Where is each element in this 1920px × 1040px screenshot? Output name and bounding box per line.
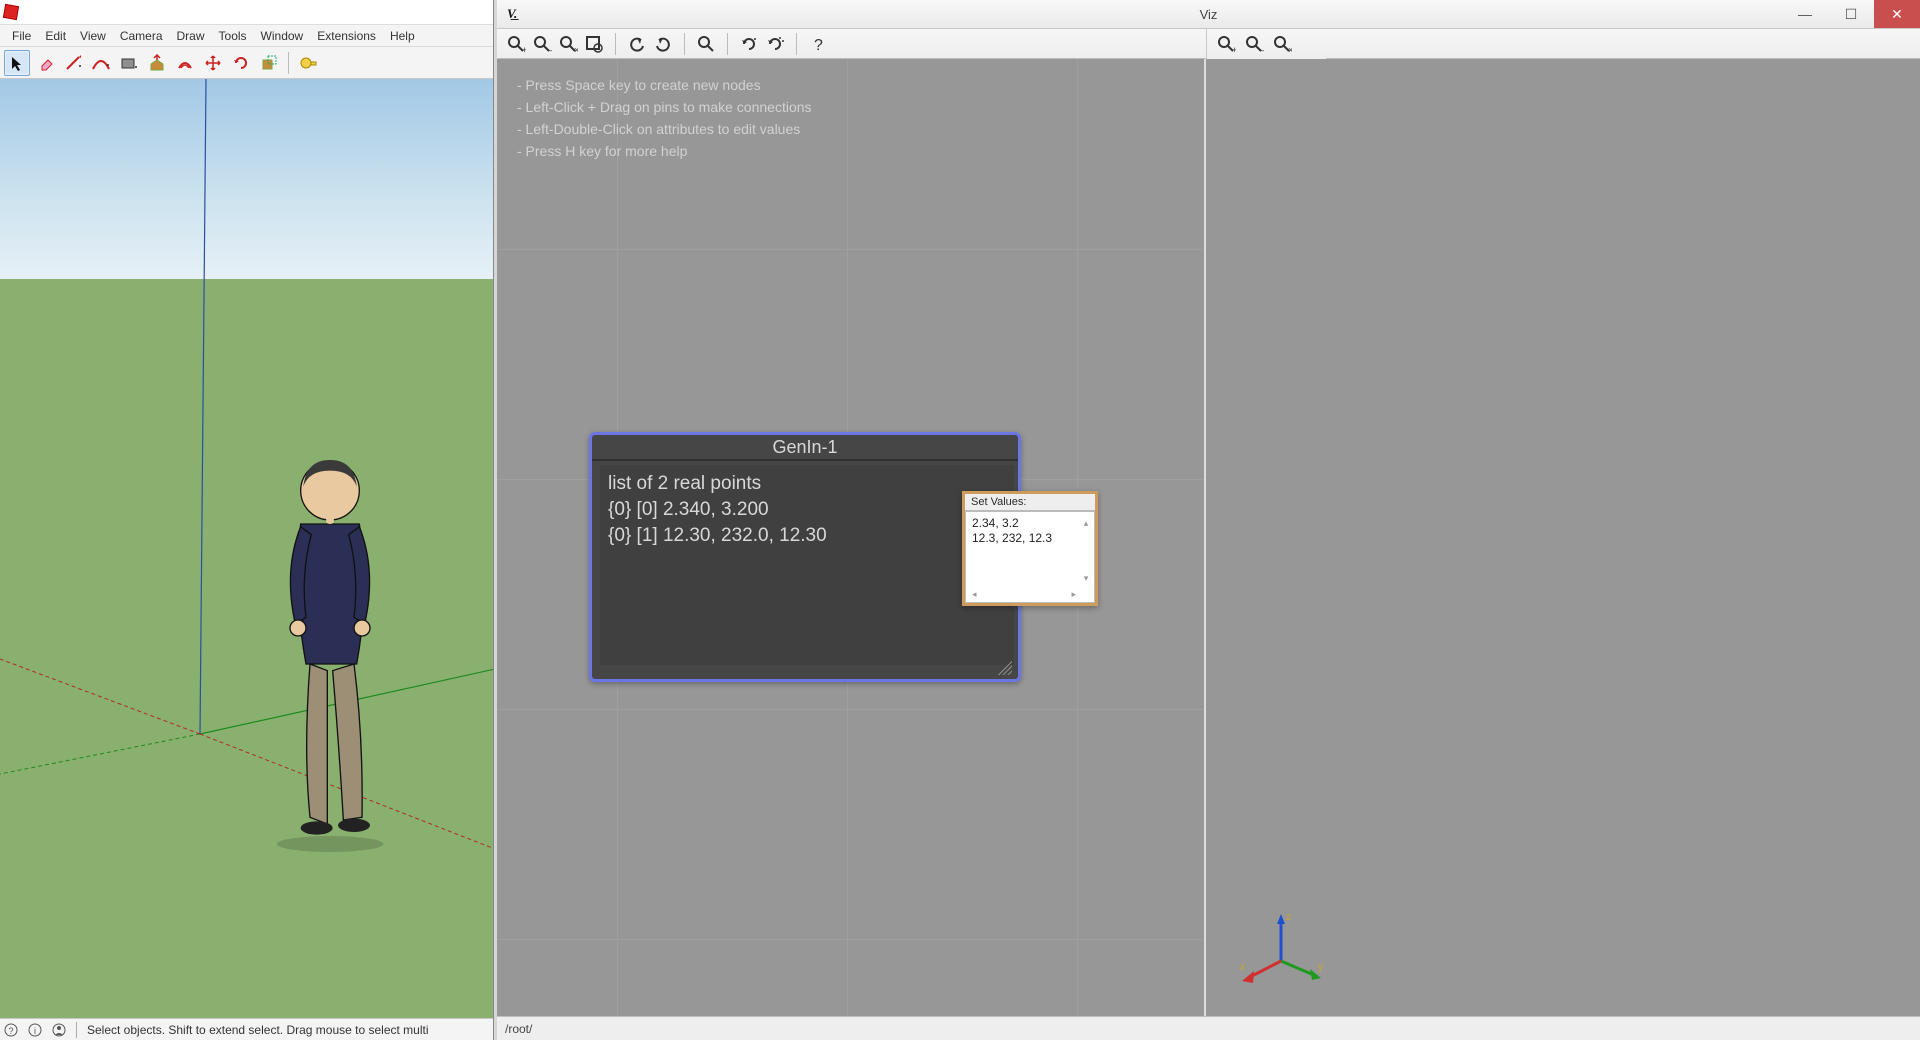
sketchup-menu-bar: File Edit View Camera Draw Tools Window … bbox=[0, 25, 493, 47]
set-values-popover[interactable]: Set Values: 2.34, 3.2 12.3, 232, 12.3 ▴▾… bbox=[962, 491, 1098, 606]
rotate-tool-button[interactable] bbox=[228, 50, 254, 76]
undo-button[interactable] bbox=[624, 31, 650, 57]
popover-hscroll[interactable]: ◂▸ bbox=[968, 588, 1080, 600]
viz-window: V͟. Viz — ☐ ✕ + – × ? bbox=[497, 0, 1920, 1040]
svg-text:?: ? bbox=[814, 37, 823, 54]
zoom-in-button[interactable]: + bbox=[503, 31, 529, 57]
svg-text:–: – bbox=[548, 45, 552, 54]
status-help-icon[interactable]: ? bbox=[4, 1023, 18, 1037]
popover-vscroll[interactable]: ▴▾ bbox=[1080, 516, 1092, 586]
scale-tool-button[interactable] bbox=[256, 50, 282, 76]
menu-edit[interactable]: Edit bbox=[39, 27, 72, 45]
scale-figure bbox=[250, 429, 410, 859]
svg-text:+: + bbox=[522, 45, 526, 54]
svg-text:z: z bbox=[1286, 912, 1291, 923]
menu-tools[interactable]: Tools bbox=[213, 27, 253, 45]
svg-text:+: + bbox=[1232, 45, 1236, 54]
zoom-out-button[interactable]: – bbox=[529, 31, 555, 57]
menu-help[interactable]: Help bbox=[384, 27, 421, 45]
menu-camera[interactable]: Camera bbox=[114, 27, 169, 45]
menu-view[interactable]: View bbox=[74, 27, 112, 45]
viewport-zoom-in-button[interactable]: + bbox=[1213, 31, 1239, 57]
viewport-zoom-out-button[interactable]: – bbox=[1241, 31, 1267, 57]
line-tool-button[interactable] bbox=[60, 50, 86, 76]
sketchup-app-icon bbox=[3, 4, 19, 20]
node-body[interactable]: list of 2 real points {0} [0] 2.340, 3.2… bbox=[600, 465, 1014, 665]
sketchup-panel: File Edit View Camera Draw Tools Window … bbox=[0, 0, 494, 1040]
viz-logo-icon: V͟. bbox=[507, 6, 517, 22]
shape-tool-button[interactable] bbox=[116, 50, 142, 76]
sketchup-toolbar bbox=[0, 47, 493, 79]
eraser-tool-button[interactable] bbox=[32, 50, 58, 76]
sketchup-status-bar: ? i Select objects. Shift to extend sele… bbox=[0, 1018, 493, 1040]
menu-extensions[interactable]: Extensions bbox=[311, 27, 382, 45]
svg-text:y: y bbox=[1318, 962, 1323, 973]
node-genin-1[interactable]: GenIn-1 list of 2 real points {0} [0] 2.… bbox=[589, 432, 1021, 682]
status-info-icon[interactable]: i bbox=[28, 1023, 42, 1037]
status-hint-text: Select objects. Shift to extend select. … bbox=[87, 1023, 429, 1037]
viz-status-path: /root/ bbox=[505, 1022, 532, 1036]
axes-overlay bbox=[0, 79, 493, 1018]
viz-help-text: - Press Space key to create new nodes - … bbox=[517, 74, 812, 162]
popover-title: Set Values: bbox=[965, 494, 1095, 511]
offset-tool-button[interactable] bbox=[172, 50, 198, 76]
menu-window[interactable]: Window bbox=[255, 27, 310, 45]
move-tool-button[interactable] bbox=[200, 50, 226, 76]
viz-titlebar[interactable]: V͟. Viz — ☐ ✕ bbox=[497, 0, 1920, 29]
maximize-button[interactable]: ☐ bbox=[1828, 0, 1874, 28]
close-button[interactable]: ✕ bbox=[1874, 0, 1920, 28]
popover-textarea[interactable]: 2.34, 3.2 12.3, 232, 12.3 ▴▾ ◂▸ bbox=[965, 511, 1095, 603]
viz-node-canvas[interactable]: - Press Space key to create new nodes - … bbox=[497, 59, 1204, 1016]
select-tool-button[interactable] bbox=[4, 50, 30, 76]
refresh-all-button[interactable] bbox=[762, 31, 788, 57]
svg-text:?: ? bbox=[8, 1026, 13, 1036]
zoom-fit-button[interactable] bbox=[693, 31, 719, 57]
node-resize-handle[interactable] bbox=[996, 659, 1012, 675]
viz-status-bar: /root/ bbox=[497, 1016, 1920, 1040]
help-button[interactable]: ? bbox=[805, 31, 831, 57]
svg-text:×: × bbox=[574, 45, 578, 54]
redo-button[interactable] bbox=[650, 31, 676, 57]
svg-text:x: x bbox=[1240, 962, 1245, 973]
pushpull-tool-button[interactable] bbox=[144, 50, 170, 76]
status-user-icon[interactable] bbox=[52, 1023, 66, 1037]
zoom-selection-button[interactable] bbox=[581, 31, 607, 57]
arc-tool-button[interactable] bbox=[88, 50, 114, 76]
viewport-zoom-reset-button[interactable]: × bbox=[1269, 31, 1295, 57]
sketchup-viewport[interactable] bbox=[0, 79, 493, 1018]
svg-text:–: – bbox=[1260, 45, 1264, 54]
viz-3d-viewport[interactable]: + – × z y x bbox=[1204, 59, 1920, 1016]
tape-tool-button[interactable] bbox=[295, 50, 321, 76]
node-title[interactable]: GenIn-1 bbox=[592, 435, 1018, 461]
menu-file[interactable]: File bbox=[6, 27, 37, 45]
svg-text:×: × bbox=[1288, 45, 1292, 54]
menu-draw[interactable]: Draw bbox=[171, 27, 211, 45]
sketchup-titlebar bbox=[0, 0, 493, 25]
axis-gizmo-icon: z y x bbox=[1236, 906, 1326, 996]
viz-window-title: Viz bbox=[1200, 7, 1218, 22]
svg-text:i: i bbox=[34, 1026, 36, 1036]
minimize-button[interactable]: — bbox=[1782, 0, 1828, 28]
refresh-button[interactable] bbox=[736, 31, 762, 57]
zoom-reset-button[interactable]: × bbox=[555, 31, 581, 57]
